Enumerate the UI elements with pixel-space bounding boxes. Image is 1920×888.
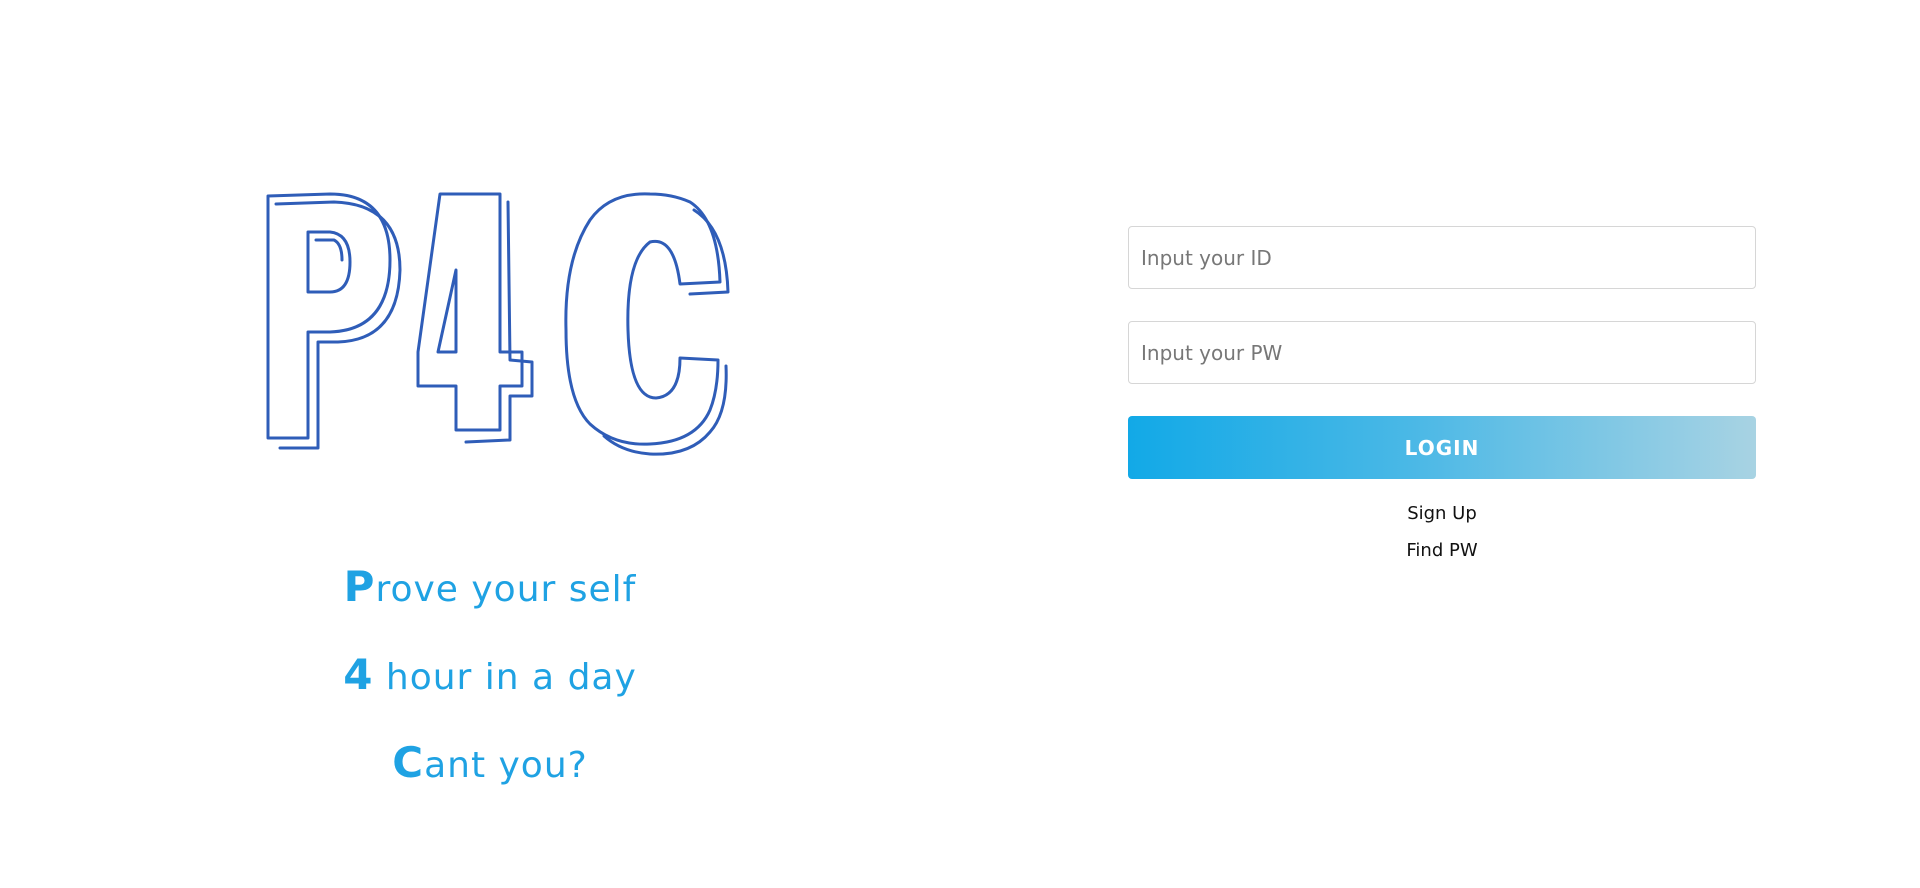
sign-up-link[interactable]: Sign Up — [1128, 503, 1756, 524]
slogan-rest-text: hour in a day — [373, 657, 637, 698]
slogan-lead-letter: C — [392, 738, 425, 787]
id-input[interactable] — [1128, 226, 1756, 289]
login-form: LOGIN Sign Up Find PW — [1128, 226, 1756, 561]
find-password-link[interactable]: Find PW — [1128, 540, 1756, 561]
login-button[interactable]: LOGIN — [1128, 416, 1756, 479]
brand-panel: Prove your self 4 hour in a day Cant you… — [240, 180, 740, 820]
slogan-line-3: Cant you? — [240, 738, 740, 787]
p4c-logo — [266, 192, 730, 456]
slogan-line-1: Prove your self — [240, 562, 740, 611]
slogan-lead-letter: 4 — [343, 650, 374, 699]
password-input[interactable] — [1128, 321, 1756, 384]
slogan-rest-text: ant you? — [424, 745, 588, 786]
slogan-lead-letter: P — [343, 562, 376, 611]
slogan-line-2: 4 hour in a day — [240, 650, 740, 699]
slogan-rest-text: rove your self — [375, 569, 637, 610]
login-page: Prove your self 4 hour in a day Cant you… — [0, 0, 1920, 888]
